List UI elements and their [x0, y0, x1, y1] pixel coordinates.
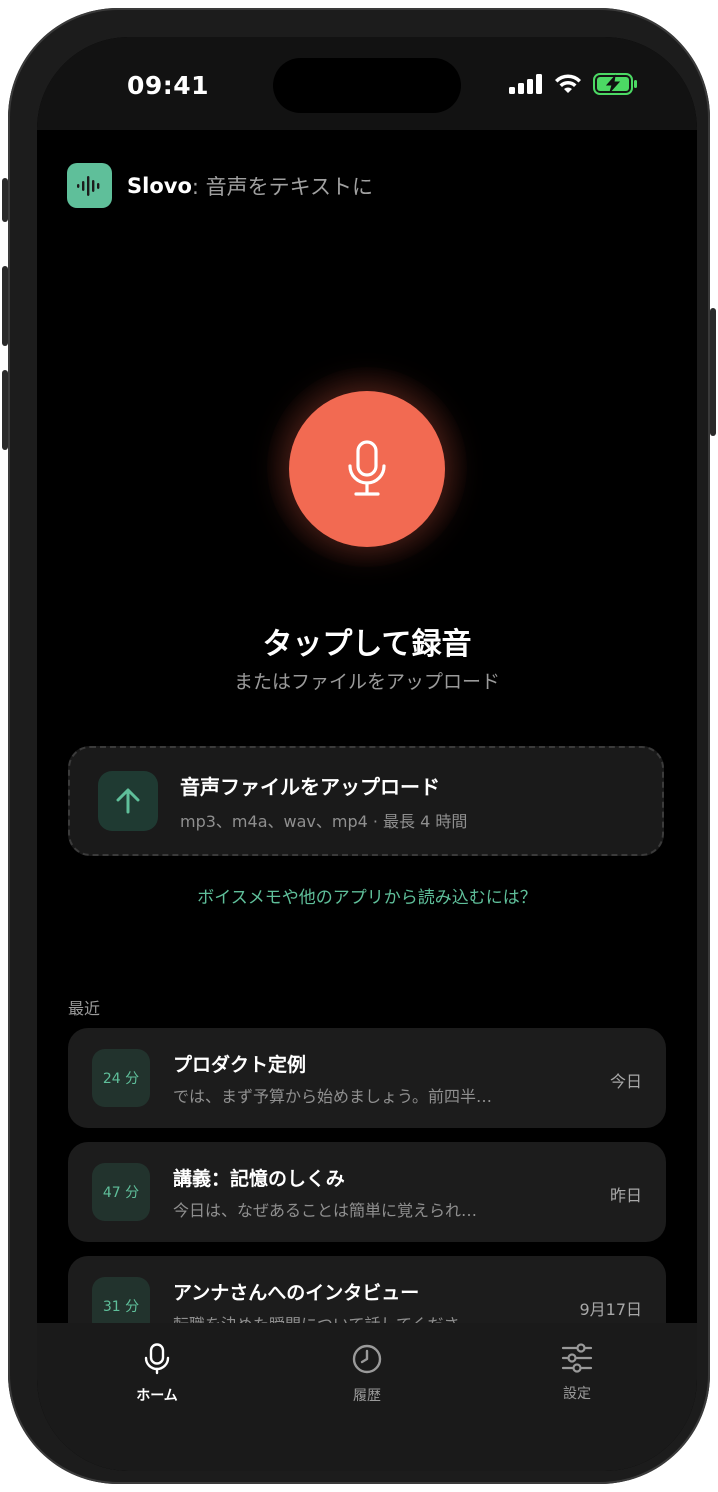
recording-title: アンナさんへのインタビュー	[173, 1282, 420, 1304]
power-button	[710, 308, 716, 436]
sliders-icon	[561, 1343, 593, 1373]
battery-charging-icon	[593, 73, 637, 95]
mic-icon	[348, 440, 386, 496]
volume-up-button	[2, 266, 8, 346]
recording-date: 昨日	[609, 1186, 642, 1205]
volume-down-button	[2, 370, 8, 450]
duration-badge: 47 分	[92, 1163, 150, 1221]
recording-title: プロダクト定例	[173, 1054, 307, 1076]
screen: 09:41 Slovo: 音声をテキストに タップして録音 またはファイルをア…	[37, 37, 697, 1471]
tab-bar: ホーム 履歴 設定	[37, 1323, 697, 1471]
record-subtitle: またはファイルをアップロード	[233, 671, 500, 693]
phone-frame: 09:41 Slovo: 音声をテキストに タップして録音 またはファイルをア…	[2, 8, 716, 1484]
app-name: Slovo	[127, 173, 192, 198]
recent-item[interactable]: 24 分 プロダクト定例 では、まず予算から始めましょう。前四半… 今日	[68, 1028, 666, 1128]
tab-history-label: 履歴	[353, 1388, 381, 1404]
arrow-up-icon	[116, 788, 140, 814]
cellular-signal-icon	[509, 74, 542, 94]
tab-settings[interactable]: 設定	[517, 1343, 637, 1403]
recording-preview: では、まず予算から始めましょう。前四半…	[173, 1087, 493, 1106]
tab-home-label: ホーム	[136, 1388, 178, 1404]
duration-badge: 24 分	[92, 1049, 150, 1107]
record-title: タップして録音	[262, 627, 472, 662]
record-button[interactable]	[289, 391, 445, 547]
mute-switch	[2, 178, 8, 222]
app-tagline: : 音声をテキストに	[191, 174, 373, 199]
upload-title: 音声ファイルをアップロード	[180, 774, 440, 799]
recording-date: 9月17日	[579, 1300, 642, 1319]
tab-settings-label: 設定	[563, 1386, 591, 1402]
status-icons	[509, 73, 639, 95]
recording-date: 今日	[609, 1072, 642, 1091]
recording-preview: 今日は、なぜあることは簡単に覚えられ…	[173, 1201, 478, 1220]
import-help-link[interactable]: ボイスメモや他のアプリから読み込むには？	[37, 883, 697, 908]
upload-text: 音声ファイルをアップロード mp3、m4a、wav、mp4 · 最長 4 時間	[180, 771, 467, 832]
mic-icon	[144, 1343, 170, 1375]
clock-icon	[352, 1344, 382, 1374]
waveform-icon	[76, 175, 99, 196]
tab-home[interactable]: ホーム	[97, 1343, 217, 1405]
dynamic-island	[273, 58, 461, 113]
recent-item[interactable]: 47 分 講義：記憶のしくみ 今日は、なぜあることは簡単に覚えられ… 昨日	[68, 1142, 666, 1242]
recording-title: 講義：記憶のしくみ	[173, 1168, 345, 1190]
status-time: 09:41	[127, 71, 210, 100]
wifi-icon	[555, 74, 581, 93]
status-bar: 09:41	[37, 37, 697, 130]
app-header: Slovo : 音声をテキストに	[67, 163, 373, 208]
upload-file-area[interactable]: 音声ファイルをアップロード mp3、m4a、wav、mp4 · 最長 4 時間	[68, 746, 664, 856]
upload-icon-box	[98, 771, 158, 831]
tab-history[interactable]: 履歴	[307, 1343, 427, 1405]
upload-subtitle: mp3、m4a、wav、mp4 · 最長 4 時間	[180, 811, 468, 831]
app-logo	[67, 163, 112, 208]
recent-section-label: 最近	[68, 999, 101, 1018]
